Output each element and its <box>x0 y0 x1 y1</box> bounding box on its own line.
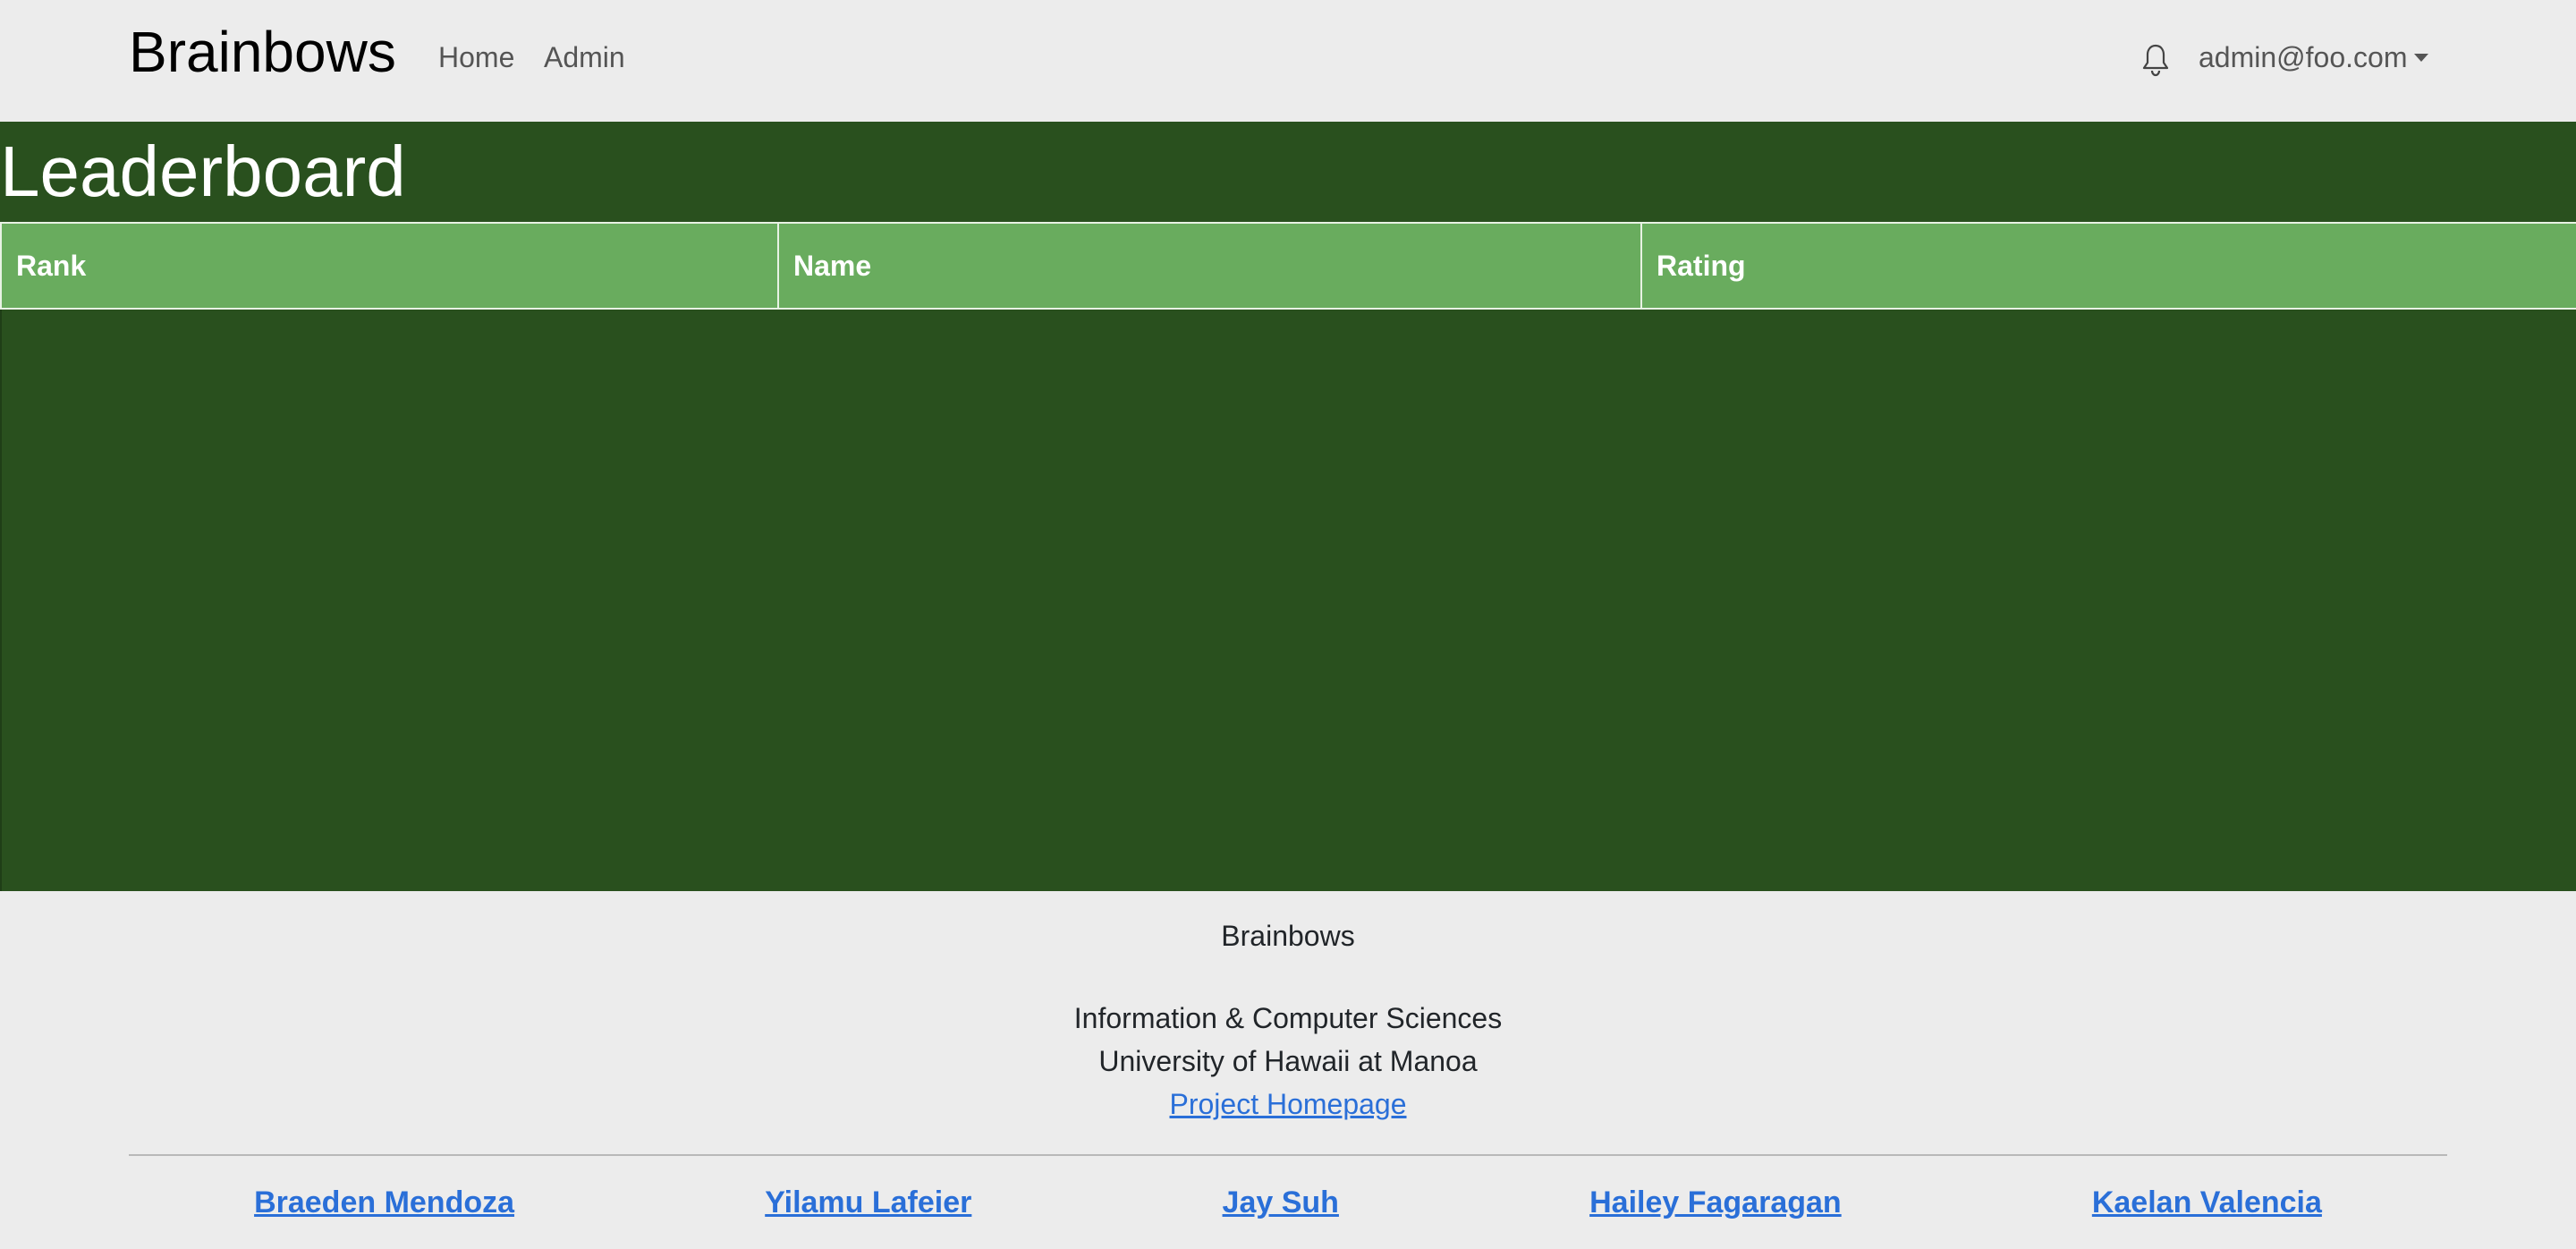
bell-icon[interactable] <box>2141 43 2170 77</box>
top-navbar: Brainbows Home Admin admin@foo.com <box>0 0 2576 122</box>
brand-logo-link[interactable]: Brainbows <box>129 18 396 86</box>
footer-university: University of Hawaii at Manoa <box>1098 1045 1478 1077</box>
team-member-link[interactable]: Kaelan Valencia <box>2092 1183 2322 1222</box>
team-member-link[interactable]: Yilamu Lafeier <box>765 1183 971 1222</box>
column-header-rank[interactable]: Rank <box>0 222 779 310</box>
footer-brand: Brainbows <box>1221 920 1355 952</box>
team-member-link[interactable]: Braeden Mendoza <box>254 1183 514 1222</box>
leaderboard-section: Leaderboard Rank Name Rating <box>0 122 2576 891</box>
user-dropdown[interactable]: admin@foo.com <box>2199 39 2429 75</box>
chevron-down-icon <box>2414 53 2429 62</box>
project-homepage-link[interactable]: Project Homepage <box>1169 1088 1406 1120</box>
page-footer: Brainbows Information & Computer Science… <box>0 891 2576 1249</box>
team-member-link[interactable]: Hailey Fagaragan <box>1589 1183 1842 1222</box>
empty-table-area <box>0 310 2574 891</box>
team-links: Braeden Mendoza Yilamu Lafeier Jay Suh H… <box>129 1183 2447 1222</box>
table-header-row: Rank Name Rating <box>0 222 2576 310</box>
leaderboard-table: Rank Name Rating <box>0 222 2576 310</box>
column-header-name[interactable]: Name <box>777 222 1642 310</box>
user-email: admin@foo.com <box>2199 41 2408 73</box>
nav-admin-link[interactable]: Admin <box>544 39 625 75</box>
footer-divider <box>129 1154 2447 1156</box>
column-header-rating[interactable]: Rating <box>1640 222 2576 310</box>
team-member-link[interactable]: Jay Suh <box>1223 1183 1339 1222</box>
nav-home-link[interactable]: Home <box>438 39 514 75</box>
page-title: Leaderboard <box>0 132 406 211</box>
footer-department: Information & Computer Sciences <box>1073 1002 1503 1034</box>
